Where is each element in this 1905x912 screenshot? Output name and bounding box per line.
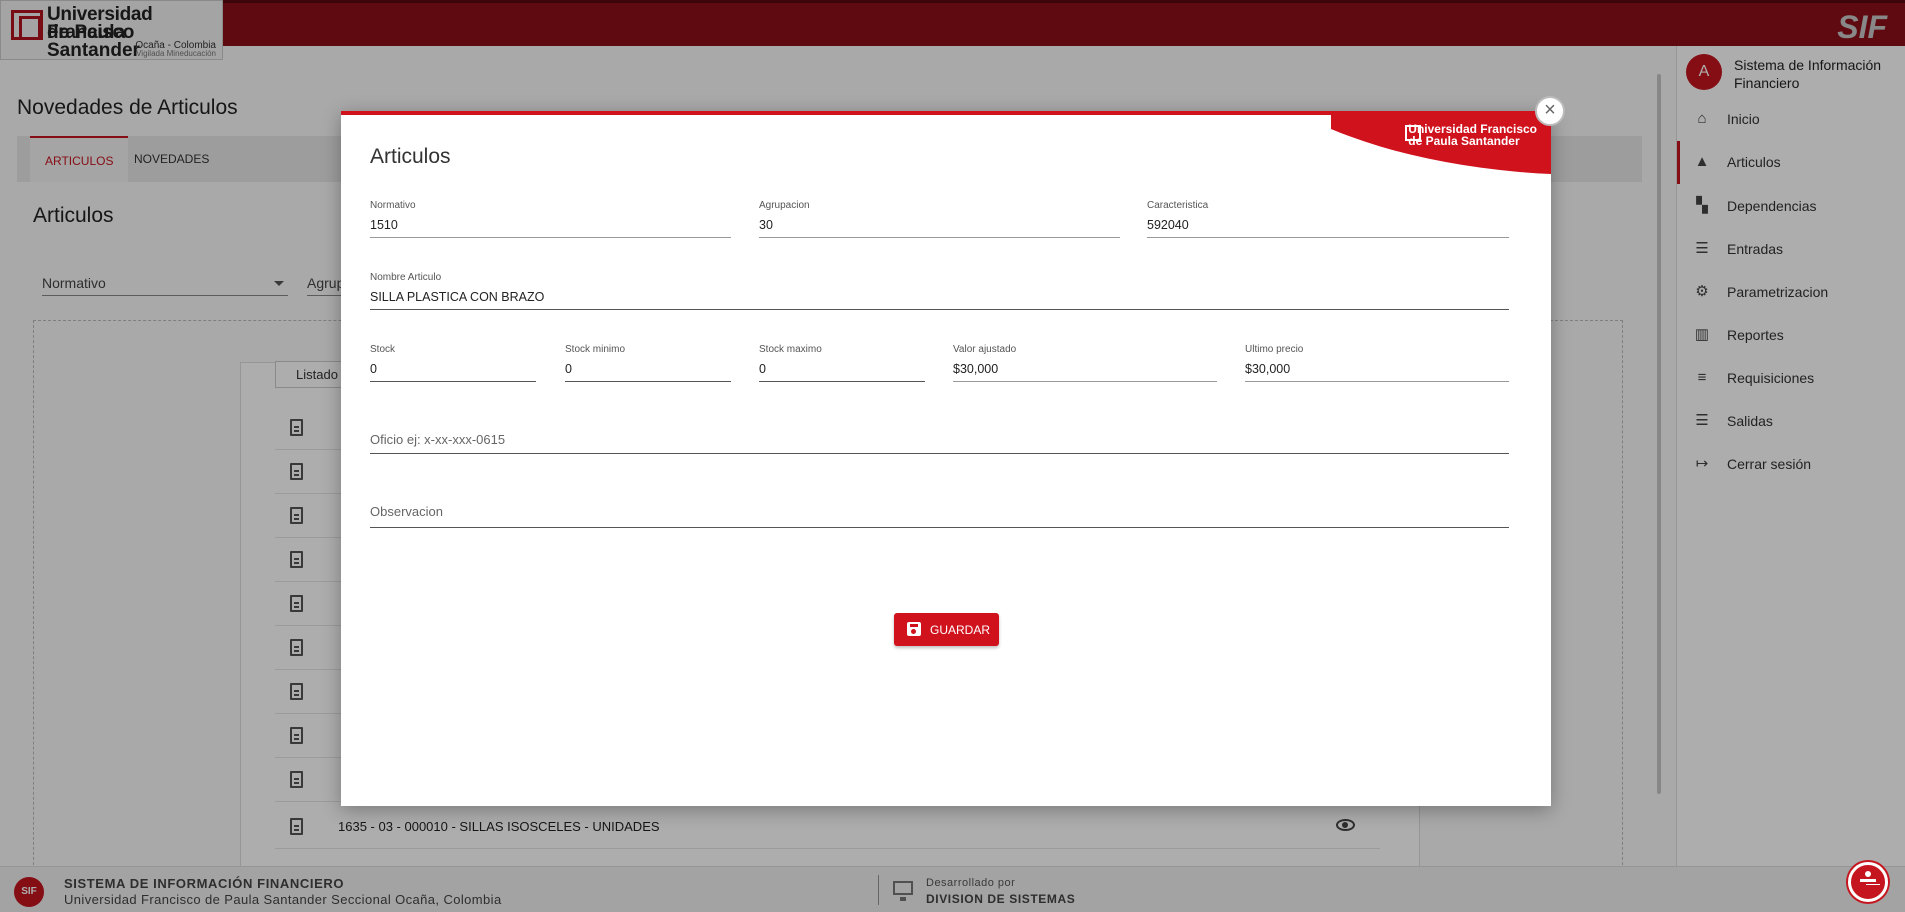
articulos-modal: Universidad Francisco de Paula Santander… <box>341 111 1551 806</box>
nombre-articulo-label: Nombre Articulo <box>370 272 442 283</box>
ultimo-precio-label: Ultimo precio <box>1245 344 1304 355</box>
agrupacion-label: Agrupacion <box>759 200 810 211</box>
caracteristica-field[interactable]: Caracteristica 592040 <box>1147 200 1509 238</box>
valor-ajustado-label: Valor ajustado <box>953 344 1017 355</box>
stock-minimo-label: Stock minimo <box>565 344 626 355</box>
normativo-field[interactable]: Normativo 1510 <box>370 200 731 238</box>
accessibility-button[interactable] <box>1848 862 1888 902</box>
corner-logo-line2: de Paula Santander <box>1408 134 1520 148</box>
nombre-articulo-value: SILLA PLASTICA CON BRAZO <box>370 290 545 304</box>
agrupacion-field[interactable]: Agrupacion 30 <box>759 200 1120 238</box>
save-icon <box>907 622 921 636</box>
oficio-placeholder: Oficio ej: x-xx-xxx-0615 <box>370 432 506 447</box>
guardar-button[interactable]: GUARDAR <box>894 613 999 646</box>
close-icon: × <box>1544 99 1556 121</box>
stock-maximo-label: Stock maximo <box>759 344 822 355</box>
stock-minimo-value: 0 <box>565 362 572 376</box>
stock-maximo-value: 0 <box>759 362 766 376</box>
close-modal-button[interactable]: × <box>1535 96 1565 126</box>
stock-value: 0 <box>370 362 377 376</box>
guardar-label: GUARDAR <box>930 623 991 637</box>
normativo-label: Normativo <box>370 200 416 211</box>
normativo-value: 1510 <box>370 218 398 232</box>
modal-corner-decoration: Universidad Francisco de Paula Santander <box>1331 115 1551 181</box>
agrupacion-value: 30 <box>759 218 773 232</box>
ultimo-precio-value: $30,000 <box>1245 362 1291 376</box>
modal-title: Articulos <box>370 145 451 168</box>
stock-label: Stock <box>370 344 396 355</box>
stock-field[interactable]: Stock 0 <box>370 344 536 382</box>
caracteristica-label: Caracteristica <box>1147 200 1209 211</box>
stock-minimo-field[interactable]: Stock minimo 0 <box>565 344 731 382</box>
valor-ajustado-value: $30,000 <box>953 362 999 376</box>
oficio-field[interactable]: Oficio ej: x-xx-xxx-0615 <box>370 416 1509 454</box>
valor-ajustado-field[interactable]: Valor ajustado $30,000 <box>953 344 1217 382</box>
stock-maximo-field[interactable]: Stock maximo 0 <box>759 344 925 382</box>
observacion-placeholder: Observacion <box>370 504 443 519</box>
caracteristica-value: 592040 <box>1147 218 1189 232</box>
modal-corner-logo: Universidad Francisco de Paula Santander <box>1408 123 1537 147</box>
nombre-articulo-field[interactable]: Nombre Articulo SILLA PLASTICA CON BRAZO <box>370 272 1509 310</box>
ultimo-precio-field[interactable]: Ultimo precio $30,000 <box>1245 344 1509 382</box>
observacion-field[interactable]: Observacion <box>370 488 1509 528</box>
